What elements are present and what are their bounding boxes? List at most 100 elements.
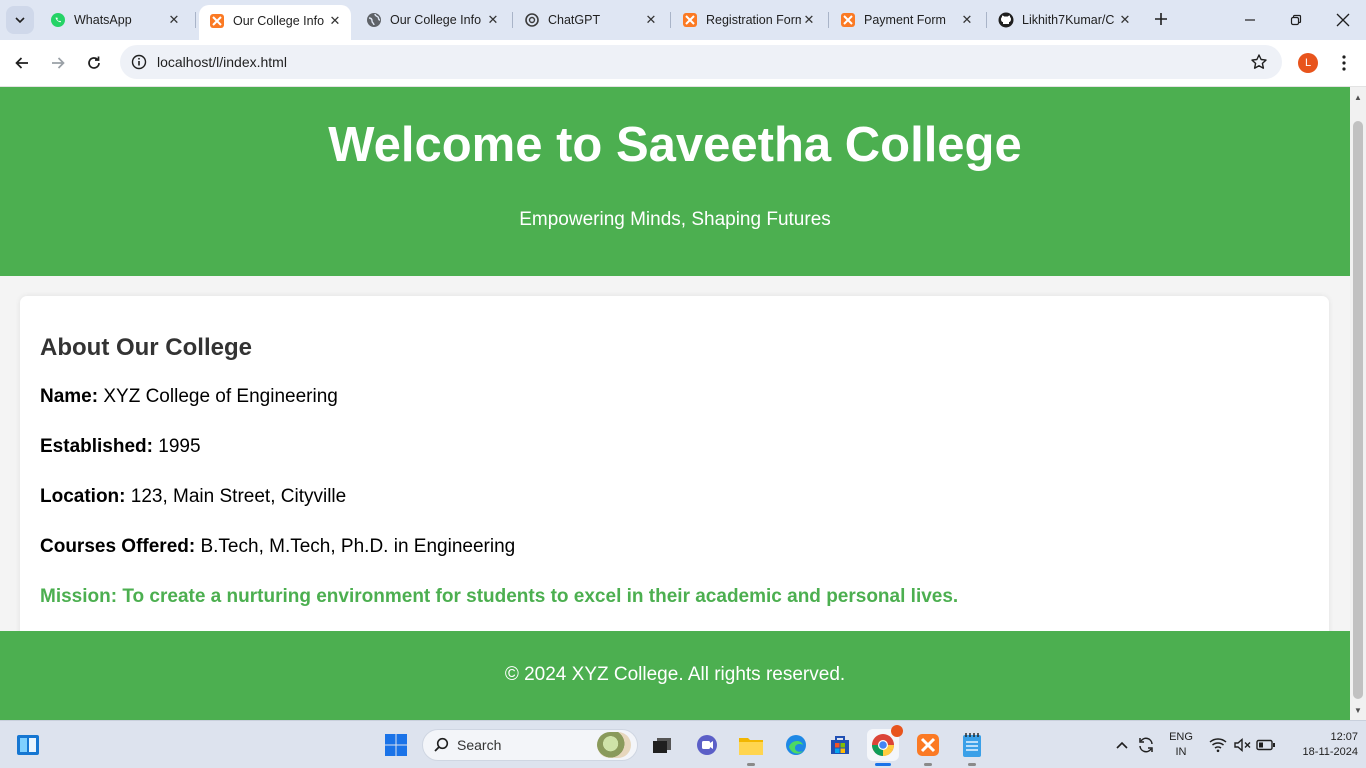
close-window-button[interactable]	[1331, 8, 1355, 32]
info-icon[interactable]	[122, 54, 156, 70]
new-tab-button[interactable]	[1150, 8, 1172, 30]
plus-icon	[1155, 13, 1167, 25]
github-icon	[998, 12, 1014, 28]
edge-icon[interactable]	[780, 729, 812, 761]
tab-title: Our College Info	[390, 13, 482, 27]
language-code: ENG	[1169, 731, 1193, 743]
tab-our-college-info[interactable]: Our College Info ✕	[356, 6, 509, 34]
about-section: About Our College Name: XYZ College of E…	[20, 296, 1329, 646]
page-viewport: Welcome to Saveetha College Empowering M…	[0, 87, 1350, 720]
browser-tabstrip: WhatsApp ✕ Our College Info ✕ Our Colleg…	[0, 0, 1366, 40]
globe-icon	[366, 12, 382, 28]
chrome-profile-badge	[891, 725, 903, 737]
tab-divider	[512, 12, 513, 28]
forward-button[interactable]	[46, 51, 70, 75]
tab-divider	[670, 12, 671, 28]
scroll-up-arrow-icon[interactable]: ▲	[1350, 89, 1366, 105]
taskbar-clock[interactable]: 12:07 18-11-2024	[1284, 730, 1358, 760]
info-row-courses: Courses Offered: B.Tech, M.Tech, Ph.D. i…	[40, 536, 1309, 586]
close-icon[interactable]: ✕	[959, 12, 975, 28]
restore-icon	[1290, 14, 1302, 26]
teams-chat-icon[interactable]	[691, 729, 723, 761]
scrollbar-thumb[interactable]	[1353, 121, 1363, 699]
kebab-menu-icon	[1342, 55, 1346, 71]
info-row-location: Location: 123, Main Street, Cityville	[40, 486, 1309, 536]
field-label: Location:	[40, 486, 126, 507]
page-title: Welcome to Saveetha College	[328, 118, 1022, 172]
running-indicator	[968, 763, 976, 766]
close-icon[interactable]: ✕	[643, 12, 659, 28]
clock-time: 12:07	[1330, 731, 1358, 743]
tab-search-button[interactable]	[6, 6, 34, 34]
browser-toolbar: localhost/l/index.html L	[0, 40, 1366, 87]
info-row-name: Name: XYZ College of Engineering	[40, 386, 1309, 436]
more-menu-button[interactable]	[1332, 51, 1356, 75]
xampp-icon	[209, 13, 225, 29]
restore-button[interactable]	[1284, 8, 1308, 32]
vertical-scrollbar[interactable]: ▲ ▼	[1350, 87, 1366, 720]
task-view-icon[interactable]	[646, 729, 678, 761]
volume-muted-icon[interactable]	[1230, 729, 1254, 761]
start-windows-icon[interactable]	[380, 729, 412, 761]
bookmark-star-icon[interactable]	[1242, 53, 1276, 71]
search-icon	[434, 737, 449, 752]
running-indicator-active	[875, 763, 891, 766]
chevron-up-icon[interactable]	[1110, 729, 1134, 761]
xampp-taskbar-icon[interactable]	[912, 729, 944, 761]
widgets-icon[interactable]	[12, 729, 44, 761]
tab-whatsapp[interactable]: WhatsApp ✕	[40, 6, 190, 34]
whatsapp-icon	[50, 12, 66, 28]
running-indicator	[924, 763, 932, 766]
clock-date: 18-11-2024	[1302, 746, 1358, 758]
about-heading: About Our College	[40, 334, 252, 361]
mission-statement: Mission: To create a nurturing environme…	[40, 586, 959, 607]
input-language[interactable]: ENG IN	[1164, 730, 1198, 760]
chrome-icon[interactable]	[867, 725, 903, 761]
tab-divider	[195, 12, 196, 28]
scroll-down-arrow-icon[interactable]: ▼	[1350, 702, 1366, 718]
close-icon[interactable]: ✕	[485, 12, 501, 28]
tab-title: Likhith7Kumar/C	[1022, 13, 1115, 27]
tab-title: Registration Form	[706, 13, 801, 27]
close-icon[interactable]: ✕	[166, 12, 182, 28]
field-label: Courses Offered:	[40, 536, 196, 557]
tab-our-college-info-active[interactable]: Our College Info ✕	[199, 5, 351, 40]
chatgpt-icon	[524, 12, 540, 28]
url-text[interactable]: localhost/l/index.html	[157, 54, 1242, 70]
taskbar-search-box[interactable]: Search	[422, 729, 638, 761]
microsoft-store-icon[interactable]	[824, 729, 856, 761]
page-footer: © 2024 XYZ College. All rights reserved.	[0, 631, 1350, 720]
reload-button[interactable]	[82, 51, 106, 75]
arrow-left-icon	[15, 57, 28, 69]
minimize-button[interactable]	[1238, 8, 1262, 32]
search-label: Search	[457, 737, 502, 753]
profile-avatar[interactable]: L	[1298, 53, 1318, 73]
reload-icon	[88, 56, 100, 69]
wifi-icon[interactable]	[1206, 729, 1230, 761]
tab-payment-form[interactable]: Payment Form ✕	[830, 6, 983, 34]
notepad-icon[interactable]	[956, 729, 988, 761]
close-icon[interactable]: ✕	[801, 12, 817, 28]
close-icon[interactable]: ✕	[327, 13, 343, 29]
tab-registration-form[interactable]: Registration Form ✕	[672, 6, 825, 34]
arrow-right-icon	[52, 57, 65, 69]
address-bar[interactable]: localhost/l/index.html	[120, 45, 1282, 79]
field-label: Established:	[40, 436, 153, 457]
page-tagline: Empowering Minds, Shaping Futures	[519, 209, 831, 230]
chevron-down-icon	[15, 17, 25, 24]
tab-chatgpt[interactable]: ChatGPT ✕	[514, 6, 667, 34]
running-indicator	[747, 763, 755, 766]
close-icon[interactable]: ✕	[1117, 12, 1133, 28]
back-button[interactable]	[10, 51, 34, 75]
info-row-established: Established: 1995	[40, 436, 1309, 486]
tab-title: WhatsApp	[74, 13, 132, 27]
tab-divider	[986, 12, 987, 28]
search-highlight-illustration-icon	[597, 732, 631, 758]
tab-github[interactable]: Likhith7Kumar/C ✕	[988, 6, 1141, 34]
region-code: IN	[1175, 746, 1187, 758]
battery-icon[interactable]	[1254, 729, 1278, 761]
file-explorer-icon[interactable]	[735, 729, 767, 761]
xampp-icon	[682, 12, 698, 28]
sync-icon[interactable]	[1134, 729, 1158, 761]
minimize-icon	[1245, 19, 1255, 21]
